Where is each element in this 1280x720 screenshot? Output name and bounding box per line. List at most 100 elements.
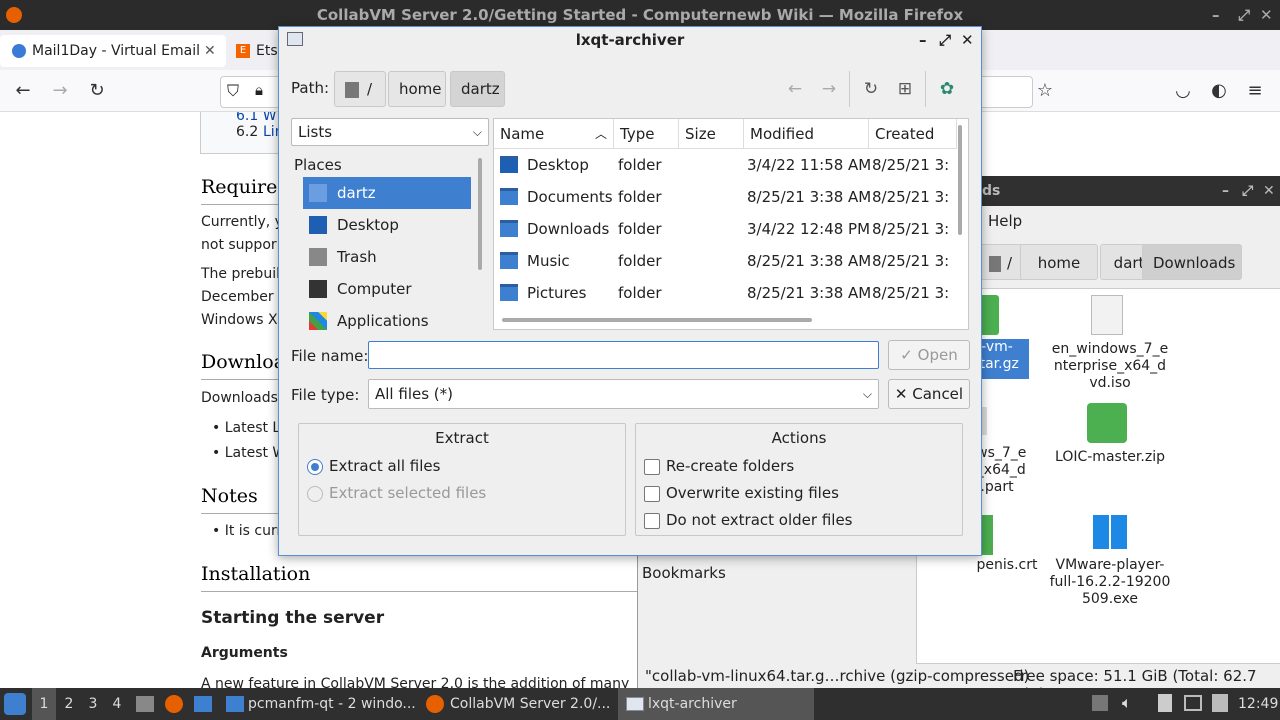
- column-name[interactable]: Name ︿: [494, 119, 614, 149]
- window-menu-icon[interactable]: [287, 32, 303, 46]
- menu-help[interactable]: Help: [988, 212, 1022, 230]
- toc-prev-link[interactable]: 6.1 W: [236, 112, 277, 124]
- workspace-3[interactable]: 3: [84, 688, 102, 720]
- file-manager-launcher-icon[interactable]: [136, 696, 154, 712]
- tray-up-icon[interactable]: [1092, 695, 1108, 711]
- shield-icon[interactable]: ⛉: [227, 81, 239, 101]
- new-folder-icon[interactable]: ⊞: [891, 75, 919, 103]
- path-root-button[interactable]: /: [978, 244, 1026, 280]
- menu-icon[interactable]: ≡: [1240, 76, 1270, 106]
- installation-heading: Installation: [201, 563, 311, 585]
- no-older-checkbox[interactable]: [644, 513, 660, 529]
- extract-all-label[interactable]: Extract all files: [329, 457, 440, 475]
- zip-icon: [1087, 403, 1127, 443]
- back-icon[interactable]: ←: [8, 76, 38, 106]
- network-icon[interactable]: [1212, 694, 1228, 712]
- pocket-icon[interactable]: ◡: [1168, 76, 1198, 106]
- volume-icon[interactable]: 🔈︎: [1122, 693, 1132, 713]
- workspace-2[interactable]: 2: [60, 688, 78, 720]
- maximize-icon[interactable]: ⤢: [939, 27, 951, 53]
- place-applications[interactable]: Applications: [303, 305, 471, 337]
- bookmarks-label[interactable]: Bookmarks: [642, 564, 726, 582]
- reload-icon[interactable]: ↻: [857, 75, 885, 103]
- close-icon[interactable]: ✕: [961, 27, 974, 53]
- maximize-icon[interactable]: ⤢: [1242, 176, 1253, 206]
- path-downloads-button[interactable]: Downloads: [1142, 244, 1242, 280]
- cancel-button[interactable]: ✕ Cancel: [888, 379, 970, 409]
- close-icon[interactable]: ✕: [1263, 176, 1275, 206]
- file-item[interactable]: LOIC-master.zip: [1045, 403, 1175, 473]
- clipboard-icon[interactable]: [1158, 694, 1172, 712]
- column-created[interactable]: Created: [869, 119, 957, 149]
- prebuilt-text-1: The prebuil: [201, 266, 280, 282]
- desktop-icon: [309, 216, 327, 234]
- table-row[interactable]: Desktop folder 3/4/22 11:58 AM 8/25/21 3…: [494, 149, 954, 181]
- minimize-icon[interactable]: –: [919, 27, 927, 53]
- vertical-scrollbar[interactable]: [958, 125, 962, 235]
- reload-icon[interactable]: ↻: [82, 76, 112, 106]
- toc-number: 6.2: [236, 124, 259, 140]
- place-trash[interactable]: Trash: [303, 241, 471, 273]
- extract-selected-label[interactable]: Extract selected files: [329, 484, 486, 502]
- start-menu-icon[interactable]: [4, 693, 26, 715]
- list-item[interactable]: • Latest W: [212, 445, 286, 461]
- tab-close-icon[interactable]: ✕: [204, 35, 216, 67]
- task-firefox[interactable]: CollabVM Server 2.0/...: [420, 688, 616, 720]
- task-archiver[interactable]: lxqt-archiver: [618, 688, 814, 720]
- screen-icon[interactable]: [1184, 695, 1202, 711]
- settings-icon[interactable]: ✿: [933, 75, 961, 103]
- path-home-button[interactable]: home: [388, 71, 446, 107]
- places-scrollbar[interactable]: [478, 158, 482, 270]
- lock-icon[interactable]: 🔒︎: [255, 81, 263, 99]
- overwrite-label[interactable]: Overwrite existing files: [666, 484, 839, 502]
- desktop-launcher-icon[interactable]: [194, 696, 212, 712]
- place-desktop[interactable]: Desktop: [303, 209, 471, 241]
- recreate-folders-label[interactable]: Re-create folders: [666, 457, 794, 475]
- forward-icon[interactable]: →: [45, 76, 75, 106]
- clock[interactable]: 12:49: [1238, 688, 1278, 720]
- firefox-launcher-icon[interactable]: [165, 695, 183, 713]
- overwrite-checkbox[interactable]: [644, 486, 660, 502]
- open-button[interactable]: ✓ Open: [888, 340, 970, 370]
- file-name-input[interactable]: [368, 341, 879, 369]
- path-home-button[interactable]: home: [1020, 244, 1098, 280]
- column-modified[interactable]: Modified: [744, 119, 869, 149]
- sort-ascending-icon: ︿: [594, 127, 607, 141]
- column-size[interactable]: Size: [679, 119, 744, 149]
- maximize-icon[interactable]: ⤢: [1238, 0, 1250, 30]
- table-row[interactable]: Music folder 8/25/21 3:38 AM 8/25/21 3:3: [494, 245, 954, 277]
- path-dartz-button[interactable]: dartz: [450, 71, 505, 107]
- list-item[interactable]: • Latest L: [212, 420, 280, 436]
- place-computer[interactable]: Computer: [303, 273, 471, 305]
- close-icon[interactable]: ✕: [1260, 0, 1273, 30]
- file-list[interactable]: Name ︿ Type Size Modified Created Desktop…: [493, 118, 969, 330]
- tab-mail1day[interactable]: Mail1Day - Virtual Email ✕: [0, 35, 226, 67]
- file-type-select[interactable]: All files (*) ⌵: [368, 379, 879, 409]
- extract-selected-radio[interactable]: [307, 486, 323, 502]
- minimize-icon[interactable]: –: [1222, 176, 1229, 206]
- table-row[interactable]: Documents folder 8/25/21 3:38 AM 8/25/21…: [494, 181, 954, 213]
- horizontal-scrollbar[interactable]: [502, 318, 812, 322]
- task-pcmanfm[interactable]: pcmanfm-qt - 2 windo...: [222, 688, 418, 720]
- back-icon[interactable]: ←: [781, 75, 809, 103]
- extract-all-radio[interactable]: [307, 459, 323, 475]
- table-row[interactable]: Downloads folder 3/4/22 12:48 PM 8/25/21…: [494, 213, 954, 245]
- tab-etsy[interactable]: E Ets: [228, 35, 278, 67]
- file-item[interactable]: en_windows_7_e nterprise_x64_d vd.iso: [1045, 293, 1175, 393]
- recreate-folders-checkbox[interactable]: [644, 459, 660, 475]
- workspace-4[interactable]: 4: [108, 688, 126, 720]
- window-icon: [626, 697, 644, 711]
- path-root-button[interactable]: /: [334, 71, 386, 107]
- forward-icon[interactable]: →: [815, 75, 843, 103]
- bookmark-star-icon[interactable]: ☆: [1030, 76, 1060, 106]
- workspace-1[interactable]: 1: [32, 688, 56, 720]
- lists-combo[interactable]: Lists ⌵: [291, 118, 489, 146]
- file-item[interactable]: VMware-player- full-16.2.2-19200 509.exe: [1045, 511, 1175, 611]
- table-row[interactable]: Pictures folder 8/25/21 3:38 AM 8/25/21 …: [494, 277, 954, 309]
- no-older-label[interactable]: Do not extract older files: [666, 511, 853, 529]
- column-type[interactable]: Type: [614, 119, 679, 149]
- place-dartz[interactable]: dartz: [303, 177, 471, 209]
- latest-link-1[interactable]: Latest L: [225, 420, 281, 436]
- account-icon[interactable]: ◐: [1204, 76, 1234, 106]
- minimize-icon[interactable]: –: [1212, 0, 1220, 30]
